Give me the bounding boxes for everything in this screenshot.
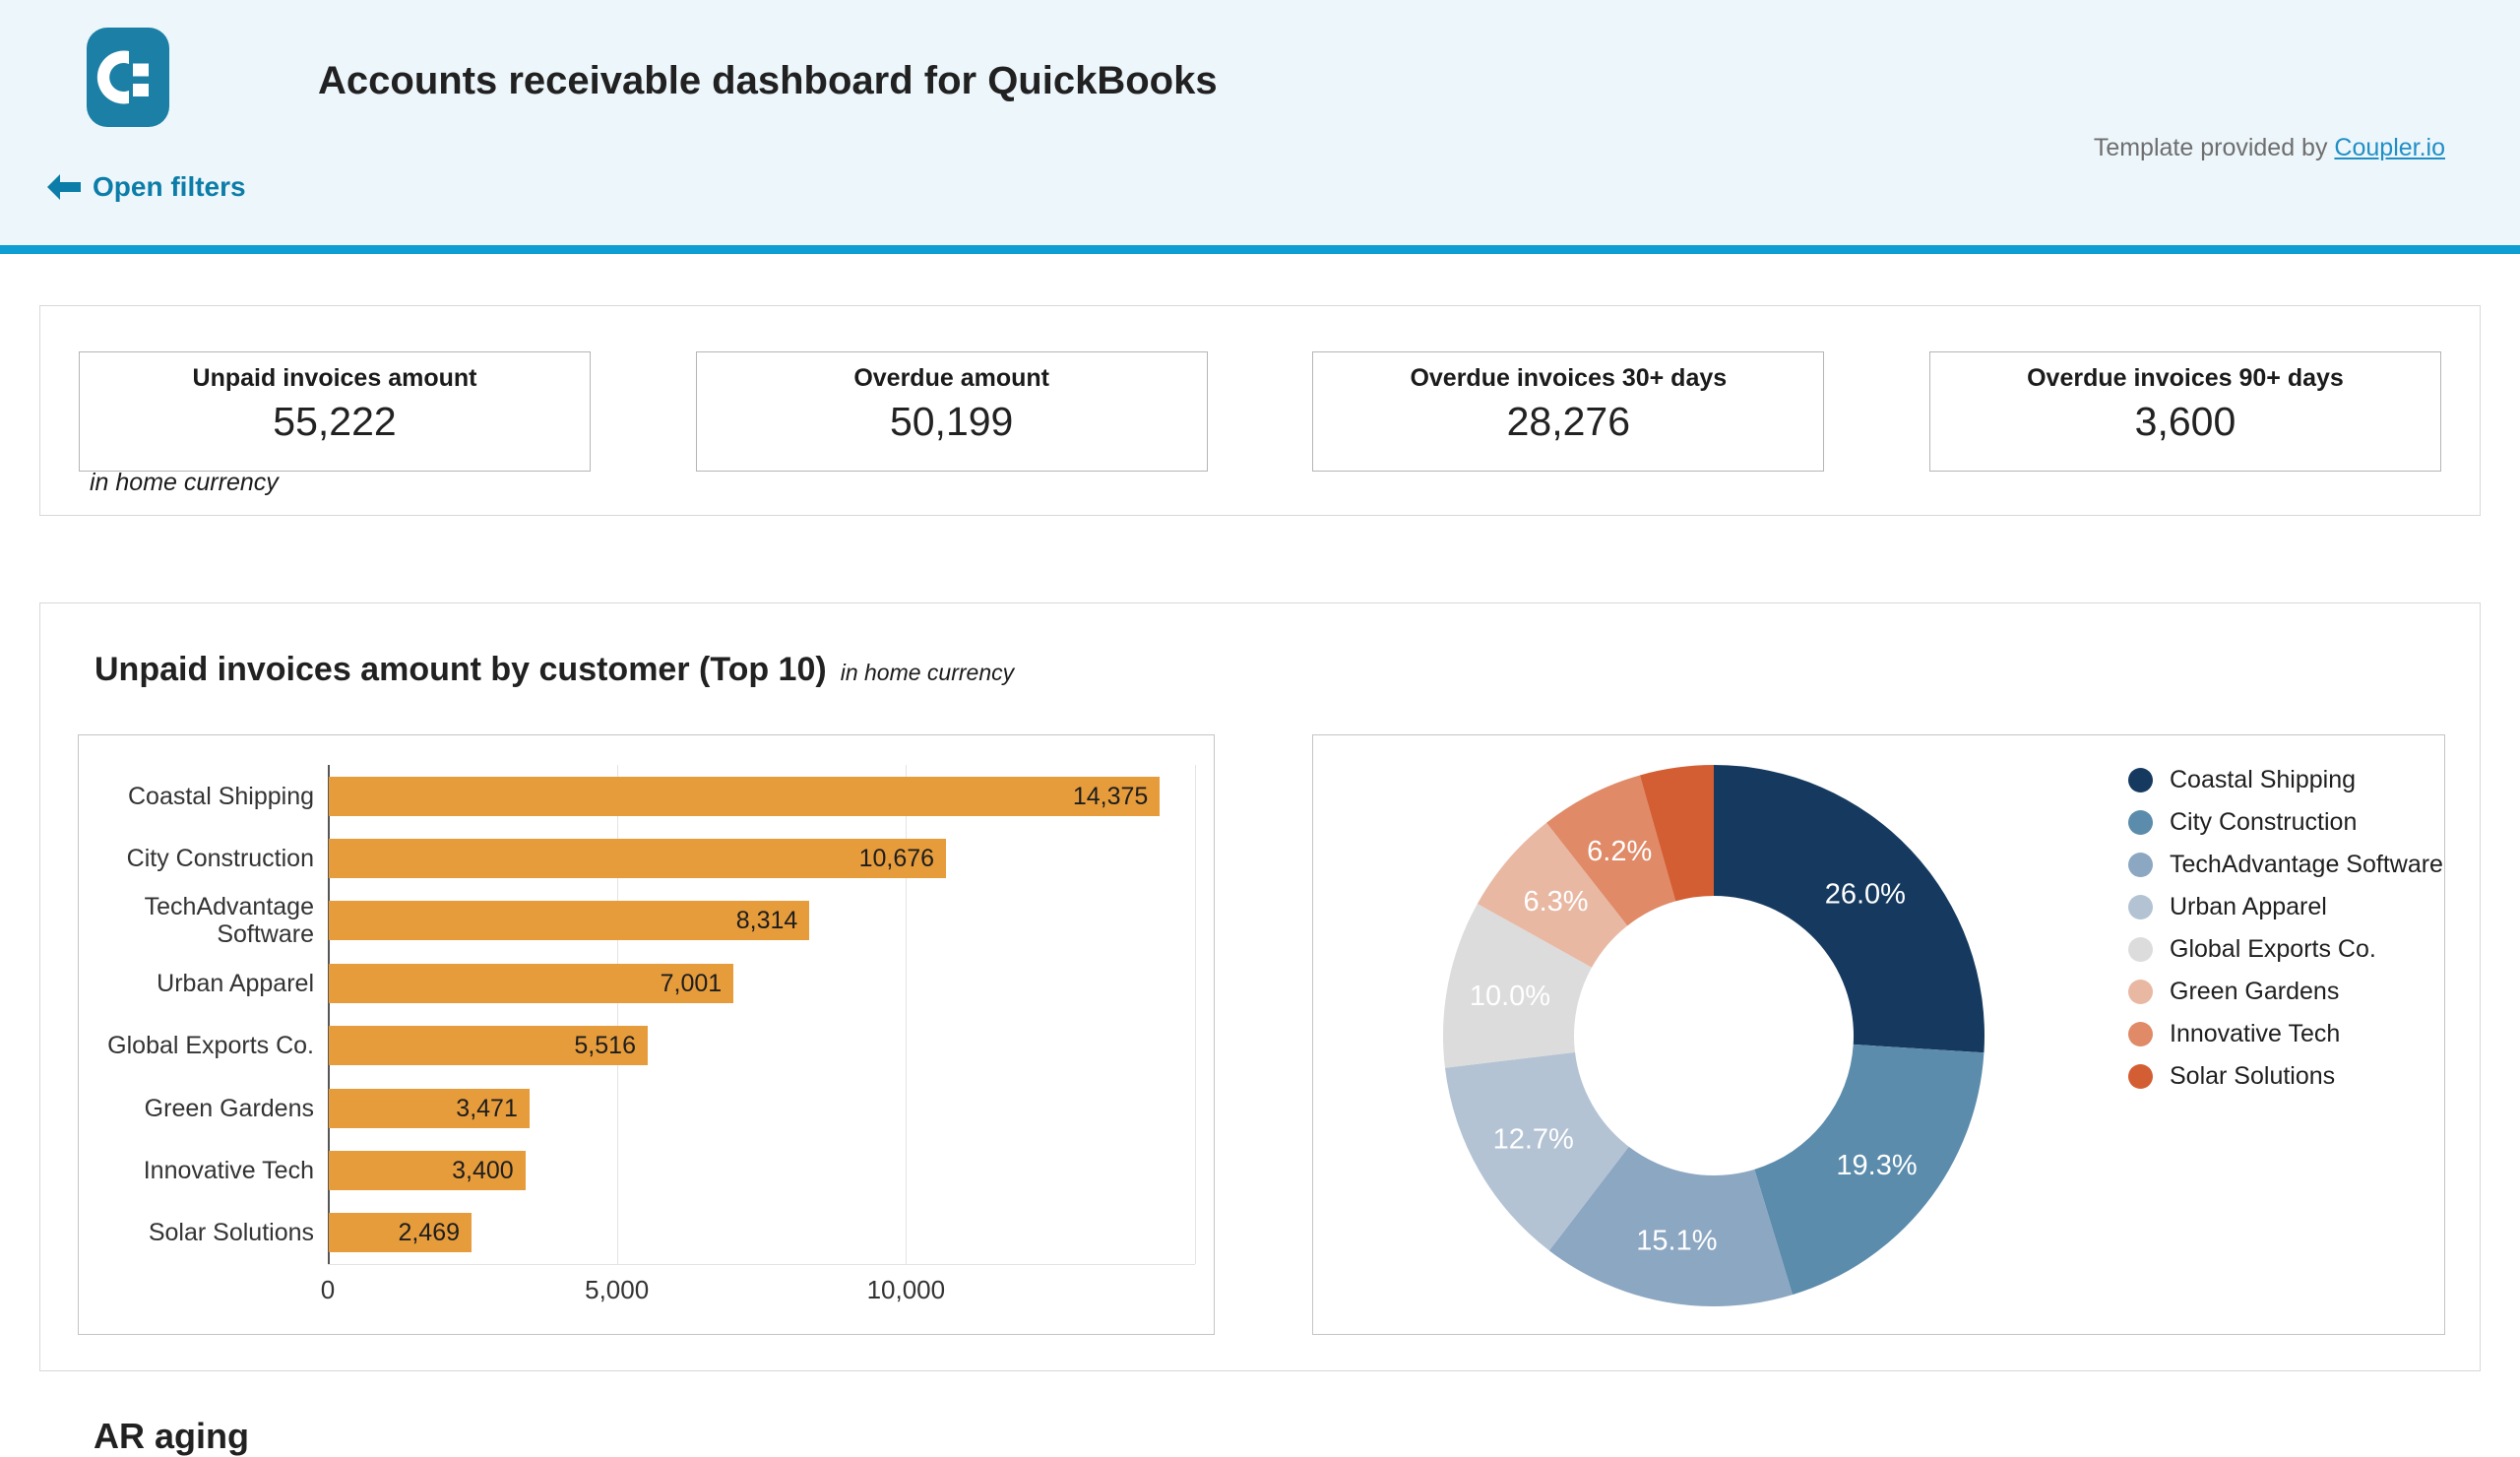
bar-category-label: City Construction	[79, 831, 314, 886]
template-credit: Template provided by Coupler.io	[2094, 134, 2445, 162]
header: Accounts receivable dashboard for QuickB…	[0, 0, 2520, 245]
bar-value-label: 7,001	[329, 970, 722, 998]
kpi-label: Overdue amount	[853, 364, 1049, 393]
x-axis-baseline	[328, 1264, 1195, 1265]
kpi-value: 55,222	[273, 399, 396, 445]
legend-label: Global Exports Co.	[2170, 935, 2376, 964]
template-credit-text: Template provided by	[2094, 134, 2328, 161]
section-subtitle: in home currency	[841, 660, 1014, 686]
bar-category-label: Global Exports Co.	[79, 1018, 314, 1073]
coupler-logo-icon	[87, 28, 169, 127]
legend-color-dot	[2128, 768, 2153, 792]
bar-category-label: Coastal Shipping	[79, 769, 314, 824]
bar-value-label: 3,400	[329, 1157, 514, 1185]
donut-chart-panel: 26.0% 19.3% 15.1% 12.7% 10.0% 6.3% 6.2% Coasta…	[1312, 734, 2445, 1335]
page-title: Accounts receivable dashboard for QuickB…	[318, 59, 1218, 103]
legend-color-dot	[2128, 937, 2153, 962]
bar-value-label: 8,314	[329, 907, 797, 935]
open-filters-label: Open filters	[93, 171, 246, 203]
bar-category-label: Solar Solutions	[79, 1205, 314, 1260]
donut-slice-label: 15.1%	[1636, 1226, 1717, 1257]
legend-item-green-gardens[interactable]: Green Gardens	[2128, 971, 2443, 1013]
kpi-card-overdue-90-days: Overdue invoices 90+ days 3,600	[1929, 351, 2441, 472]
legend-label: TechAdvantage Software	[2170, 851, 2443, 879]
kpi-section: Unpaid invoices amount 55,222 Overdue am…	[39, 305, 2481, 516]
legend-color-dot	[2128, 980, 2153, 1004]
donut-slice-label: 6.3%	[1523, 886, 1588, 918]
legend-label: Coastal Shipping	[2170, 766, 2356, 794]
bar-category-label: TechAdvantage Software	[79, 893, 314, 948]
donut-slice-label: 19.3%	[1836, 1150, 1917, 1181]
bar-value-label: 10,676	[329, 845, 934, 873]
x-tick-label: 0	[321, 1275, 335, 1305]
section-title-row: Unpaid invoices amount by customer (Top …	[94, 651, 1014, 689]
donut-slice-label: 26.0%	[1825, 879, 1906, 911]
bar-chart-panel: 0 5,000 10,000 Coastal Shipping 14,375 City C…	[78, 734, 1215, 1335]
kpi-value: 3,600	[2135, 399, 2236, 445]
donut-slice-label: 6.2%	[1587, 836, 1652, 867]
bar-value-label: 14,375	[329, 783, 1148, 811]
donut-chart: 26.0% 19.3% 15.1% 12.7% 10.0% 6.3% 6.2%	[1313, 735, 2120, 1336]
donut-slice-label: 10.0%	[1470, 981, 1550, 1012]
legend-label: Green Gardens	[2170, 978, 2339, 1006]
kpi-value: 50,199	[890, 399, 1013, 445]
legend-item-innovative-tech[interactable]: Innovative Tech	[2128, 1013, 2443, 1055]
legend-color-dot	[2128, 895, 2153, 919]
donut-slice-label: 12.7%	[1493, 1124, 1574, 1156]
kpi-card-overdue-30-days: Overdue invoices 30+ days 28,276	[1312, 351, 1824, 472]
legend-item-city-construction[interactable]: City Construction	[2128, 801, 2443, 844]
legend-color-dot	[2128, 853, 2153, 877]
header-divider	[0, 245, 2520, 254]
legend-color-dot	[2128, 810, 2153, 835]
section-title: Unpaid invoices amount by customer (Top …	[94, 651, 827, 689]
legend-item-coastal-shipping[interactable]: Coastal Shipping	[2128, 759, 2443, 801]
bar-category-label: Innovative Tech	[79, 1143, 314, 1198]
x-gridline	[1195, 765, 1196, 1264]
bar-value-label: 5,516	[329, 1032, 636, 1060]
legend-color-dot	[2128, 1022, 2153, 1046]
x-tick-label: 5,000	[585, 1275, 649, 1305]
legend-item-global-exports-co-[interactable]: Global Exports Co.	[2128, 928, 2443, 971]
x-tick-label: 10,000	[867, 1275, 946, 1305]
kpi-label: Overdue invoices 30+ days	[1410, 364, 1727, 393]
left-arrow-icon	[47, 174, 81, 200]
open-filters-button[interactable]: Open filters	[47, 171, 246, 203]
legend-color-dot	[2128, 1064, 2153, 1089]
ar-aging-section-title: AR aging	[94, 1416, 249, 1457]
bar-value-label: 3,471	[329, 1095, 518, 1123]
bar-category-label: Green Gardens	[79, 1081, 314, 1136]
legend-label: City Construction	[2170, 808, 2357, 837]
charts-section: Unpaid invoices amount by customer (Top …	[39, 602, 2481, 1371]
legend-label: Solar Solutions	[2170, 1062, 2335, 1091]
kpi-footnote: in home currency	[90, 469, 279, 497]
legend-label: Urban Apparel	[2170, 893, 2327, 921]
donut-legend: Coastal Shipping City Construction TechAdv…	[2128, 759, 2443, 1098]
bar-category-label: Urban Apparel	[79, 956, 314, 1011]
kpi-value: 28,276	[1507, 399, 1630, 445]
coupler-link[interactable]: Coupler.io	[2334, 134, 2445, 161]
kpi-row: Unpaid invoices amount 55,222 Overdue am…	[40, 351, 2480, 472]
bar-value-label: 2,469	[329, 1219, 460, 1247]
kpi-label: Unpaid invoices amount	[193, 364, 477, 393]
legend-item-solar-solutions[interactable]: Solar Solutions	[2128, 1055, 2443, 1098]
legend-item-techadvantage-software[interactable]: TechAdvantage Software	[2128, 844, 2443, 886]
legend-item-urban-apparel[interactable]: Urban Apparel	[2128, 886, 2443, 928]
kpi-card-overdue-amount: Overdue amount 50,199	[696, 351, 1208, 472]
kpi-card-unpaid-invoices: Unpaid invoices amount 55,222	[79, 351, 591, 472]
kpi-label: Overdue invoices 90+ days	[2027, 364, 2344, 393]
legend-label: Innovative Tech	[2170, 1020, 2340, 1048]
